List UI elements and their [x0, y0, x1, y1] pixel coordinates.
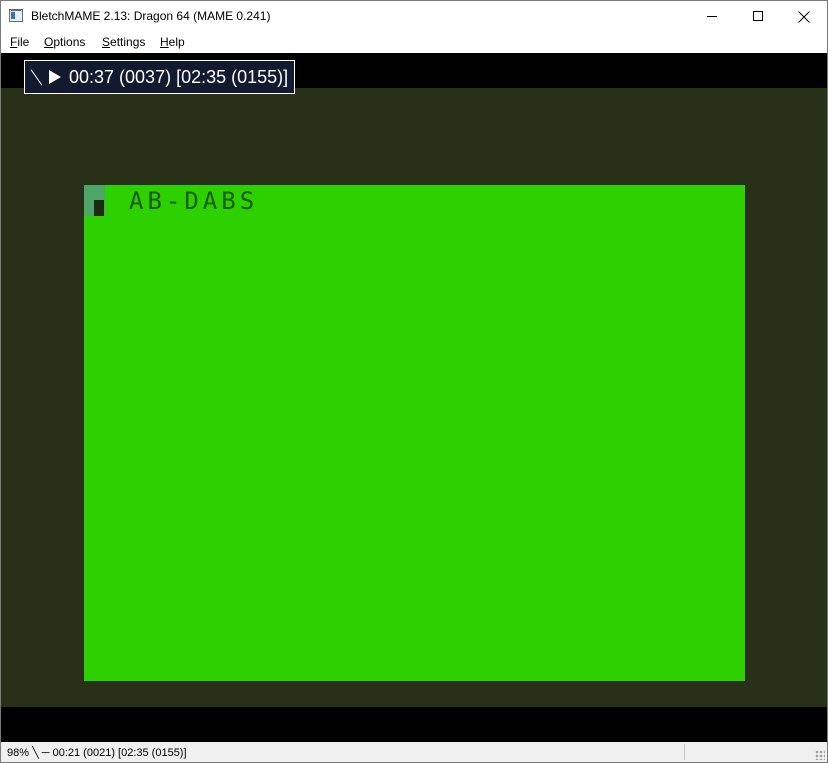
window-title: BletchMAME 2.13: Dragon 64 (MAME 0.241) — [31, 9, 271, 23]
close-icon — [798, 11, 810, 23]
status-text: 98% ╲ ─ 00:21 (0021) [02:35 (0155)] — [7, 747, 187, 759]
play-icon — [49, 70, 61, 84]
menu-bar: File Options Settings Help — [1, 32, 827, 53]
minimize-button[interactable] — [689, 1, 735, 32]
emulated-border: AB-DABS — [1, 88, 827, 707]
menu-settings[interactable]: Settings — [102, 35, 145, 49]
menu-help-label: elp — [168, 35, 185, 49]
menu-options-label: ptions — [53, 35, 86, 49]
maximize-button[interactable] — [735, 1, 781, 32]
menu-help-accel: H — [160, 35, 169, 49]
app-icon[interactable] — [9, 9, 23, 22]
emulated-screen[interactable]: AB-DABS — [84, 185, 745, 681]
title-bar[interactable]: BletchMAME 2.13: Dragon 64 (MAME 0.241) — [1, 1, 827, 32]
menu-file-label: ile — [17, 35, 30, 49]
overlay-time: 00:37 (0037) [02:35 (0155)] — [69, 66, 289, 87]
screen-text: AB-DABS — [129, 187, 259, 215]
close-button[interactable] — [781, 1, 827, 32]
menu-options[interactable]: Options — [44, 35, 85, 49]
menu-file[interactable]: File — [10, 35, 29, 49]
slash-icon — [31, 68, 43, 86]
status-divider — [684, 744, 685, 760]
text-cursor — [84, 185, 105, 216]
menu-settings-label: ettings — [110, 35, 146, 49]
app-window: BletchMAME 2.13: Dragon 64 (MAME 0.241) … — [0, 0, 828, 763]
status-bar: 98% ╲ ─ 00:21 (0021) [02:35 (0155)] — [1, 742, 827, 762]
menu-settings-accel: S — [102, 35, 111, 49]
recording-overlay: 00:37 (0037) [02:35 (0155)] — [24, 60, 296, 94]
menu-help[interactable]: Help — [160, 35, 185, 49]
resize-grip-icon[interactable] — [815, 750, 825, 760]
menu-options-accel: O — [44, 35, 54, 49]
emulation-view[interactable]: AB-DABS 00:37 (0037) [02:35 (0155)] — [1, 53, 827, 742]
